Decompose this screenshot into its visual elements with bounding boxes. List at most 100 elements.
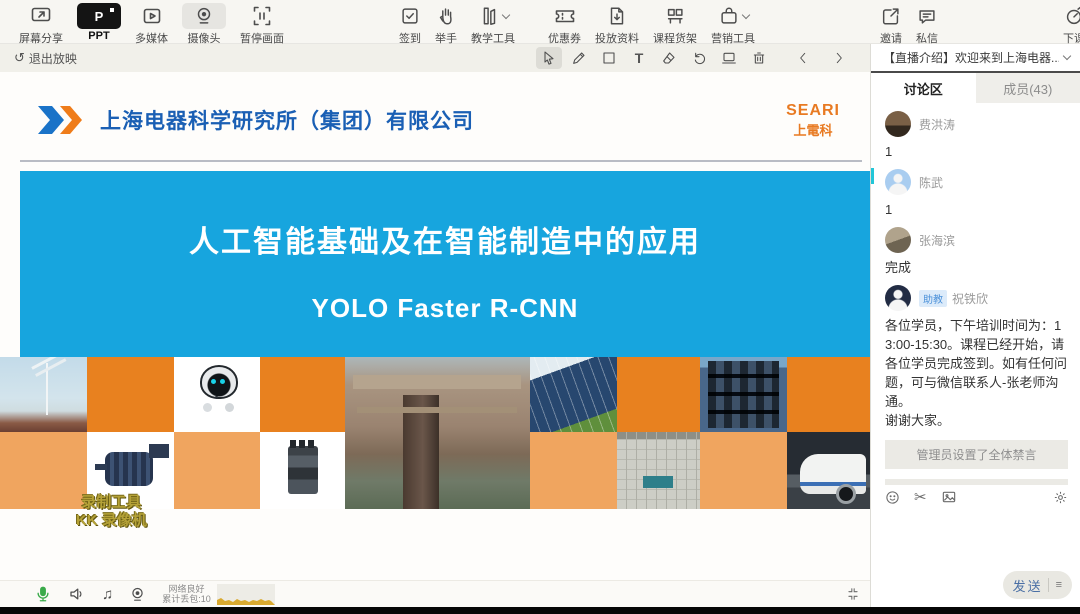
chat-sidebar: 【直播介绍】欢迎来到上海电器... 讨论区 成员(43) 费洪涛 1 陈武 1	[870, 44, 1080, 607]
raise-hand-button[interactable]: 举手	[435, 3, 457, 46]
orange-tile-light	[700, 432, 787, 509]
screen-share-icon	[29, 3, 53, 29]
multimedia-button[interactable]: 多媒体	[135, 3, 168, 46]
send-options-icon[interactable]: ≡	[1056, 579, 1062, 591]
slide: 上海电器科学研究所（集团）有限公司 SEARI 上電科 人工智能基础及在智能制造…	[0, 72, 870, 580]
orange-tile	[87, 357, 174, 432]
chat-message-list[interactable]: 费洪涛 1 陈武 1 张海滨 完成 助教 祝铁欣	[871, 103, 1080, 485]
orange-tile-light	[0, 432, 87, 509]
camera-icon	[182, 3, 226, 29]
divider	[1048, 578, 1049, 592]
raise-hand-icon	[435, 3, 457, 29]
teaching-tools-button[interactable]: 教学工具	[471, 3, 515, 46]
shape-tool[interactable]	[596, 47, 622, 69]
ppt-mode-button[interactable]: P PPT	[77, 3, 121, 42]
annotation-toolbar: T	[536, 47, 856, 69]
double-chevron-icon	[36, 104, 88, 141]
teaching-tools-icon	[478, 3, 509, 29]
circuit-breaker-photo	[260, 432, 345, 509]
chevron-down-icon	[501, 10, 509, 18]
slide-title-banner: 人工智能基础及在智能制造中的应用 YOLO Faster R-CNN	[20, 171, 870, 357]
ppt-icon: P	[77, 3, 121, 29]
pointer-tool[interactable]	[536, 47, 562, 69]
emoji-icon[interactable]	[885, 490, 900, 505]
orange-tile-light	[530, 432, 617, 509]
marketing-tools-button[interactable]: 营销工具	[711, 3, 755, 46]
company-name: 上海电器科学研究所（集团）有限公司	[100, 105, 474, 135]
avatar	[885, 111, 911, 137]
materials-button[interactable]: 投放资料	[595, 3, 639, 46]
coupon-icon	[553, 3, 577, 29]
marketing-tools-icon	[718, 3, 749, 29]
undo-tool[interactable]	[686, 47, 712, 69]
microphone-icon[interactable]	[34, 585, 52, 603]
previous-slide-button[interactable]	[790, 47, 816, 69]
live-intro-header[interactable]: 【直播介绍】欢迎来到上海电器...	[871, 44, 1080, 73]
chat-message: 张海滨 完成	[885, 227, 1068, 277]
coupon-button[interactable]: 优惠券	[548, 3, 581, 46]
tab-discussion[interactable]: 讨论区	[871, 73, 976, 103]
electric-car-photo	[787, 432, 870, 509]
webinar-app: 屏幕分享 P PPT 多媒体 摄像头 暂停画面	[0, 0, 1080, 614]
camera-button[interactable]: 摄像头	[182, 3, 226, 46]
exit-icon: ↺	[14, 50, 25, 66]
tab-members[interactable]: 成员(43)	[976, 73, 1080, 103]
course-shelf-icon	[664, 3, 686, 29]
chat-message: 助教 祝铁欣 各位学员，下午培训时间为：13:00-15:30。课程已经开始，请…	[885, 285, 1068, 430]
private-message-button[interactable]: 私信	[916, 3, 938, 46]
workspace: ↺ 退出放映 T	[0, 44, 1080, 607]
system-message: 管理员设置了全体禁言	[885, 440, 1068, 469]
chevron-down-icon	[1063, 52, 1071, 60]
exit-presentation-button[interactable]: ↺ 退出放映	[14, 50, 77, 67]
solar-panels-photo	[530, 357, 617, 432]
slide-title: 人工智能基础及在智能制造中的应用	[20, 171, 870, 261]
live-intro-title: 【直播介绍】欢迎来到上海电器...	[883, 49, 1059, 66]
end-class-button[interactable]: 下课	[1063, 3, 1080, 46]
send-button[interactable]: 发送 ≡	[1003, 571, 1072, 599]
screen-share-button[interactable]: 屏幕分享	[19, 3, 63, 46]
clear-annotations-tool[interactable]	[746, 47, 772, 69]
pause-screen-button[interactable]: 暂停画面	[240, 3, 284, 46]
invite-button[interactable]: 邀请	[880, 3, 902, 46]
photo-collage	[0, 357, 870, 509]
chat-input-field[interactable]	[871, 509, 1080, 571]
presenter-toolbar: ↺ 退出放映 T	[0, 44, 870, 72]
course-shelf-button[interactable]: 课程货架	[653, 3, 697, 46]
orange-tile	[787, 357, 870, 432]
orange-tile-light	[174, 432, 260, 509]
whiteboard-tool[interactable]	[716, 47, 742, 69]
text-tool[interactable]: T	[626, 47, 652, 69]
chat-message: 费洪涛 1	[885, 111, 1068, 161]
sign-in-button[interactable]: 签到	[399, 3, 421, 46]
image-upload-icon[interactable]	[941, 489, 957, 505]
collapse-panel-icon[interactable]	[846, 587, 860, 601]
materials-icon	[606, 3, 628, 29]
avatar	[885, 169, 911, 195]
sidebar-tabs: 讨论区 成员(43)	[871, 73, 1080, 103]
speaker-icon[interactable]	[68, 585, 86, 603]
pen-tool[interactable]	[566, 47, 592, 69]
avatar	[885, 285, 911, 311]
end-class-icon	[1063, 3, 1080, 29]
music-icon[interactable]: ♫	[102, 586, 113, 603]
chat-settings-gear-icon[interactable]	[1053, 490, 1068, 505]
sign-in-icon	[399, 3, 421, 29]
chat-input-toolbar: ✂	[871, 485, 1080, 509]
switchgear-photo	[700, 357, 787, 432]
slide-subtitle: YOLO Faster R-CNN	[20, 293, 870, 324]
chevron-down-icon	[741, 10, 749, 18]
recorder-watermark: 录制工具 KK 录像机	[76, 494, 147, 530]
wind-turbine-photo	[0, 357, 87, 432]
chat-message: 陈武 1	[885, 169, 1068, 219]
avatar	[885, 227, 911, 253]
webcam-icon[interactable]	[129, 586, 146, 603]
eraser-tool[interactable]	[656, 47, 682, 69]
bottom-black-strip	[0, 607, 1080, 614]
multimedia-icon	[140, 3, 164, 29]
orange-tile	[617, 357, 700, 432]
network-graph	[217, 584, 275, 605]
invite-icon	[880, 3, 902, 29]
screenshot-scissors-icon[interactable]: ✂	[914, 488, 927, 506]
network-status: 网络良好 累计丢包:10	[162, 584, 211, 604]
next-slide-button[interactable]	[826, 47, 852, 69]
